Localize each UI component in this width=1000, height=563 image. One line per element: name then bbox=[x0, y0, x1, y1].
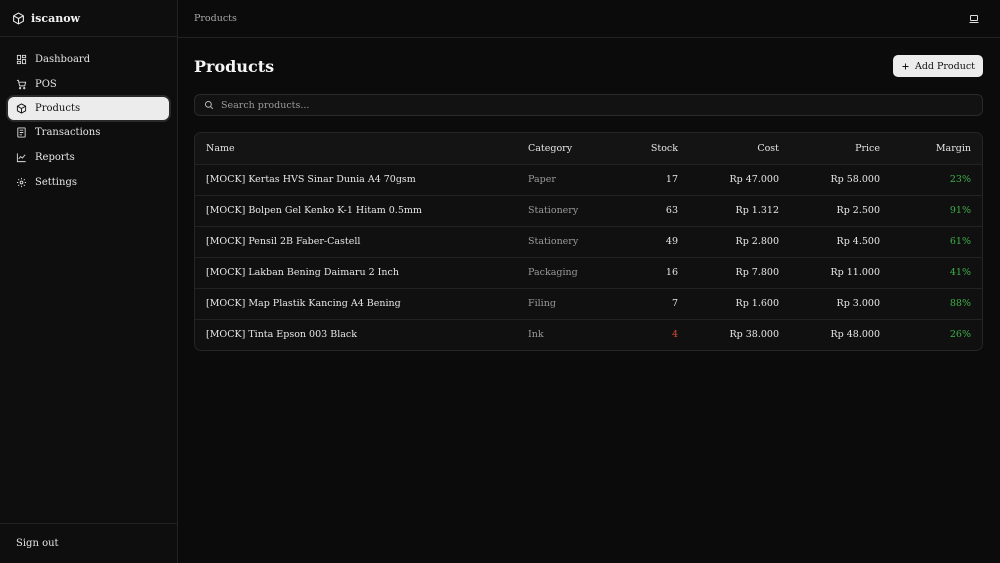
cube-logo-icon bbox=[12, 12, 25, 25]
search-icon bbox=[204, 100, 214, 110]
add-product-button[interactable]: Add Product bbox=[892, 55, 983, 77]
sidebar: iscanow Dashboard POS Products Transacti… bbox=[0, 0, 178, 563]
cell-category: Packaging bbox=[528, 256, 623, 288]
cell-price: Rp 2.500 bbox=[779, 194, 880, 226]
cell-cost: Rp 1.600 bbox=[678, 287, 779, 319]
sidebar-item-pos[interactable]: POS bbox=[0, 72, 177, 97]
cell-name: [MOCK] Kertas HVS Sinar Dunia A4 70gsm bbox=[195, 163, 528, 195]
cell-name: [MOCK] Map Plastik Kancing A4 Bening bbox=[195, 287, 528, 319]
cell-margin: 91% bbox=[880, 194, 982, 226]
cell-stock: 49 bbox=[623, 225, 678, 257]
cell-price: Rp 48.000 bbox=[779, 318, 880, 350]
sidebar-item-settings[interactable]: Settings bbox=[0, 170, 177, 195]
cell-cost: Rp 47.000 bbox=[678, 163, 779, 195]
sidebar-item-label: POS bbox=[35, 79, 57, 90]
cell-name: [MOCK] Bolpen Gel Kenko K-1 Hitam 0.5mm bbox=[195, 194, 528, 226]
column-header-category[interactable]: Category bbox=[528, 133, 623, 164]
table-row[interactable]: [MOCK] Bolpen Gel Kenko K-1 Hitam 0.5mm … bbox=[195, 194, 982, 226]
page-title: Products bbox=[194, 56, 275, 76]
cell-cost: Rp 7.800 bbox=[678, 256, 779, 288]
sidebar-item-label: Reports bbox=[35, 152, 75, 163]
cell-category: Stationery bbox=[528, 225, 623, 257]
plus-icon bbox=[901, 62, 910, 71]
cell-category: Filing bbox=[528, 287, 623, 319]
sidebar-item-products[interactable]: Products bbox=[8, 97, 169, 120]
sidebar-item-label: Transactions bbox=[35, 127, 101, 138]
table-row[interactable]: [MOCK] Map Plastik Kancing A4 Bening Fil… bbox=[195, 287, 982, 319]
cell-price: Rp 4.500 bbox=[779, 225, 880, 257]
sidebar-nav: Dashboard POS Products Transactions Repo… bbox=[0, 37, 177, 195]
cell-cost: Rp 1.312 bbox=[678, 194, 779, 226]
sidebar-footer: Sign out bbox=[0, 523, 177, 563]
search-box[interactable] bbox=[194, 94, 983, 116]
cell-name: [MOCK] Lakban Bening Daimaru 2 Inch bbox=[195, 256, 528, 288]
app-name: iscanow bbox=[31, 11, 81, 25]
main-content: Products Add Product Name Category Stock… bbox=[194, 38, 983, 351]
column-header-price[interactable]: Price bbox=[779, 133, 880, 164]
table-row[interactable]: [MOCK] Tinta Epson 003 Black Ink 4 Rp 38… bbox=[195, 318, 982, 350]
table-row[interactable]: [MOCK] Kertas HVS Sinar Dunia A4 70gsm P… bbox=[195, 163, 982, 195]
cart-icon bbox=[16, 79, 27, 90]
brand[interactable]: iscanow bbox=[0, 0, 177, 37]
package-icon bbox=[16, 103, 27, 114]
add-product-label: Add Product bbox=[914, 60, 975, 72]
laptop-icon[interactable] bbox=[968, 13, 980, 25]
cell-stock: 16 bbox=[623, 256, 678, 288]
cell-margin: 88% bbox=[880, 287, 982, 319]
sidebar-item-dashboard[interactable]: Dashboard bbox=[0, 47, 177, 72]
cell-name: [MOCK] Pensil 2B Faber-Castell bbox=[195, 225, 528, 257]
cell-category: Stationery bbox=[528, 194, 623, 226]
sidebar-item-label: Dashboard bbox=[35, 54, 91, 65]
cell-margin: 61% bbox=[880, 225, 982, 257]
cell-stock: 17 bbox=[623, 163, 678, 195]
cell-margin: 23% bbox=[880, 163, 982, 195]
sidebar-item-label: Products bbox=[35, 103, 81, 114]
table-row[interactable]: [MOCK] Lakban Bening Daimaru 2 Inch Pack… bbox=[195, 256, 982, 288]
cell-cost: Rp 38.000 bbox=[678, 318, 779, 350]
chart-icon bbox=[16, 152, 27, 163]
cell-stock: 63 bbox=[623, 194, 678, 226]
cell-price: Rp 11.000 bbox=[779, 256, 880, 288]
sidebar-item-reports[interactable]: Reports bbox=[0, 145, 177, 170]
sidebar-item-transactions[interactable]: Transactions bbox=[0, 120, 177, 145]
cell-price: Rp 58.000 bbox=[779, 163, 880, 195]
sidebar-item-label: Settings bbox=[35, 177, 77, 188]
cell-price: Rp 3.000 bbox=[779, 287, 880, 319]
column-header-stock[interactable]: Stock bbox=[623, 133, 678, 164]
column-header-margin[interactable]: Margin bbox=[880, 133, 982, 164]
sign-out-button[interactable]: Sign out bbox=[16, 538, 59, 549]
table-header-row: Name Category Stock Cost Price Margin bbox=[195, 133, 982, 164]
search-input[interactable] bbox=[221, 99, 921, 111]
topbar: Products bbox=[178, 0, 1000, 38]
cell-category: Ink bbox=[528, 318, 623, 350]
column-header-name[interactable]: Name bbox=[195, 133, 528, 164]
products-table: Name Category Stock Cost Price Margin [M… bbox=[194, 132, 983, 351]
cell-category: Paper bbox=[528, 163, 623, 195]
page-header: Products Add Product bbox=[194, 55, 983, 77]
column-header-cost[interactable]: Cost bbox=[678, 133, 779, 164]
gear-icon bbox=[16, 177, 27, 188]
table-row[interactable]: [MOCK] Pensil 2B Faber-Castell Stationer… bbox=[195, 225, 982, 257]
cell-margin: 26% bbox=[880, 318, 982, 350]
cell-cost: Rp 2.800 bbox=[678, 225, 779, 257]
breadcrumb[interactable]: Products bbox=[194, 13, 237, 24]
receipt-icon bbox=[16, 127, 27, 138]
cell-stock-low: 4 bbox=[623, 318, 678, 350]
cell-stock: 7 bbox=[623, 287, 678, 319]
cell-name: [MOCK] Tinta Epson 003 Black bbox=[195, 318, 528, 350]
cell-margin: 41% bbox=[880, 256, 982, 288]
dashboard-icon bbox=[16, 54, 27, 65]
